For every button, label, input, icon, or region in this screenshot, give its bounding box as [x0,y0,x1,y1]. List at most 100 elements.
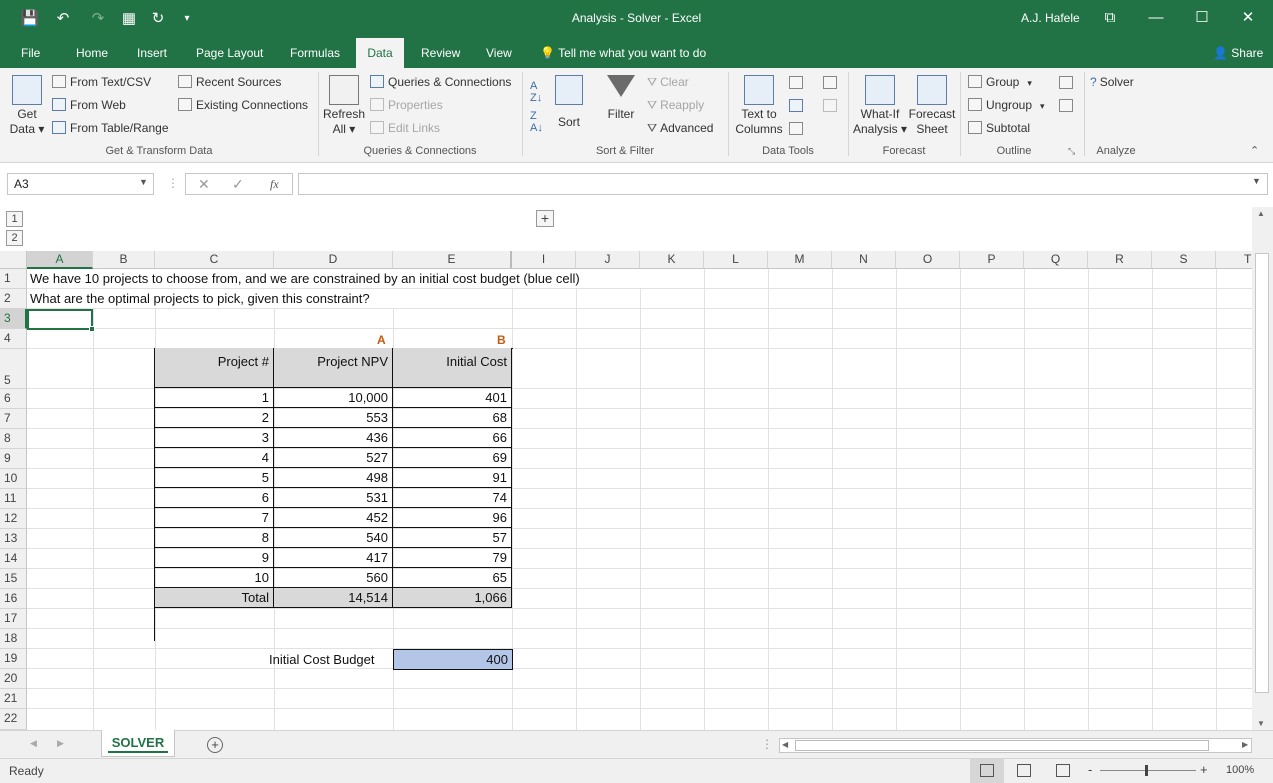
zoom-slider-thumb[interactable] [1145,765,1148,776]
user-name[interactable]: A.J. Hafele [1021,11,1080,25]
cell-initial-cost[interactable]: 96 [393,508,512,528]
page-break-view-icon[interactable] [1056,764,1070,777]
normal-view-button[interactable] [970,759,1004,783]
budget-label[interactable]: Initial Cost Budget [269,652,375,667]
sheet-scroll-right-icon[interactable]: ▶ [57,738,64,749]
cell-project-npv[interactable]: 10,000 [274,388,393,408]
sort-az-icon[interactable]: A Z↓ [530,80,542,104]
row-header[interactable]: 18 [0,629,27,649]
label-a[interactable]: A [377,333,386,347]
name-box[interactable]: A3 [7,173,154,195]
column-header-j[interactable]: J [576,251,640,269]
cell-project-npv[interactable]: 452 [274,508,393,528]
chevron-down-icon[interactable]: ▼ [139,177,148,187]
filter-button[interactable]: Filter [603,75,639,122]
row-header[interactable]: 2 [0,289,27,309]
from-text-csv-button[interactable]: From Text/CSV [52,75,151,89]
zoom-out-icon[interactable]: - [1088,762,1092,777]
from-table-button[interactable]: From Table/Range [52,121,169,135]
cell-initial-cost[interactable]: 65 [393,568,512,588]
column-header-n[interactable]: N [832,251,896,269]
page-layout-view-icon[interactable] [1017,764,1031,777]
row-header[interactable]: 22 [0,709,27,730]
cell-project-number[interactable]: 3 [155,428,274,448]
label-b[interactable]: B [497,333,506,347]
scroll-right-icon[interactable]: ▶ [1242,740,1248,749]
row-header[interactable]: 15 [0,569,27,589]
tell-me-search[interactable]: 💡 Tell me what you want to do [540,38,706,68]
tab-splitter-grip[interactable]: ⋮ [761,737,773,751]
cell-project-number[interactable]: 4 [155,448,274,468]
cell-project-number[interactable]: 6 [155,488,274,508]
tab-file[interactable]: File [12,38,49,68]
cell-project-npv[interactable]: 436 [274,428,393,448]
scrollbar-thumb[interactable] [1255,253,1269,693]
cell-project-number[interactable]: 10 [155,568,274,588]
row-header[interactable]: 4 [0,329,27,349]
minimize-button[interactable]: — [1133,4,1179,32]
row-header[interactable]: 5 [0,349,27,389]
column-header-c[interactable]: C [155,251,274,269]
reapply-button[interactable]: ⛛ Reapply [647,98,704,113]
sort-button[interactable]: Sort [553,75,585,130]
worksheet-grid[interactable]: A B C D E I J K L M N O P Q R S T 1 2 3 … [0,251,1252,730]
cell-project-npv[interactable]: 553 [274,408,393,428]
row-header[interactable]: 20 [0,669,27,689]
cell-project-number[interactable]: 1 [155,388,274,408]
collapse-ribbon-icon[interactable]: ⌃ [1250,144,1259,157]
cell-a1[interactable]: We have 10 projects to choose from, and … [30,271,580,286]
add-sheet-icon[interactable]: + [207,737,223,753]
active-cell-a3[interactable] [27,309,93,330]
column-header-p[interactable]: P [960,251,1024,269]
outline-settings-icon[interactable]: ⤡ [1068,146,1075,157]
column-header-q[interactable]: Q [1024,251,1088,269]
cell-project-number[interactable]: 5 [155,468,274,488]
column-header-r[interactable]: R [1088,251,1152,269]
column-header-a[interactable]: A [27,251,93,269]
row-header[interactable]: 11 [0,489,27,509]
zoom-in-icon[interactable]: + [1200,762,1208,777]
ribbon-display-options-icon[interactable]: ⧉ [1087,4,1133,32]
column-header-i[interactable]: I [512,251,576,269]
sheet-tab-solver[interactable]: SOLVER [101,730,175,757]
cell-initial-cost[interactable]: 74 [393,488,512,508]
zoom-level[interactable]: 100% [1226,764,1254,776]
tab-data[interactable]: Data [356,38,404,68]
horizontal-scrollbar[interactable]: ◀ ▶ [779,738,1252,753]
column-header-b[interactable]: B [93,251,155,269]
row-header[interactable]: 16 [0,589,27,609]
column-header-t[interactable]: T [1216,251,1252,269]
refresh-all-button[interactable]: Refresh All ▾ [322,75,366,137]
expand-group-button[interactable]: + [536,210,554,227]
get-data-button[interactable]: Get Data ▾ [8,75,46,137]
cell-project-number[interactable]: 7 [155,508,274,528]
cell-a2[interactable]: What are the optimal projects to pick, g… [30,291,370,306]
zoom-slider[interactable] [1100,770,1196,771]
cell-project-number[interactable]: 2 [155,408,274,428]
sheet-scroll-left-icon[interactable]: ◀ [30,738,37,749]
row-header[interactable]: 1 [0,269,27,289]
scroll-left-icon[interactable]: ◀ [782,740,788,749]
cell-initial-cost[interactable]: 66 [393,428,512,448]
select-all-corner[interactable] [0,251,27,269]
header-initial-cost[interactable]: Initial Cost [393,348,512,388]
row-header[interactable]: 14 [0,549,27,569]
remove-duplicates-icon[interactable] [789,99,807,113]
cell-project-npv[interactable]: 540 [274,528,393,548]
relationships-icon[interactable] [823,99,841,113]
queries-connections-button[interactable]: Queries & Connections [370,75,511,89]
consolidate-icon[interactable] [823,76,841,90]
cell-project-number[interactable]: 9 [155,548,274,568]
tab-insert[interactable]: Insert [128,38,176,68]
data-validation-icon[interactable] [789,122,807,136]
insert-function-icon[interactable]: fx [270,177,279,192]
row-header[interactable]: 10 [0,469,27,489]
fill-handle[interactable] [89,326,95,332]
column-header-l[interactable]: L [704,251,768,269]
recent-sources-button[interactable]: Recent Sources [178,75,281,89]
group-button[interactable]: Group ▾ [968,75,1032,89]
what-if-analysis-button[interactable]: What-If Analysis ▾ [852,75,908,137]
row-header[interactable]: 17 [0,609,27,629]
show-detail-icon[interactable] [1059,76,1077,90]
row-header[interactable]: 3 [0,309,27,329]
